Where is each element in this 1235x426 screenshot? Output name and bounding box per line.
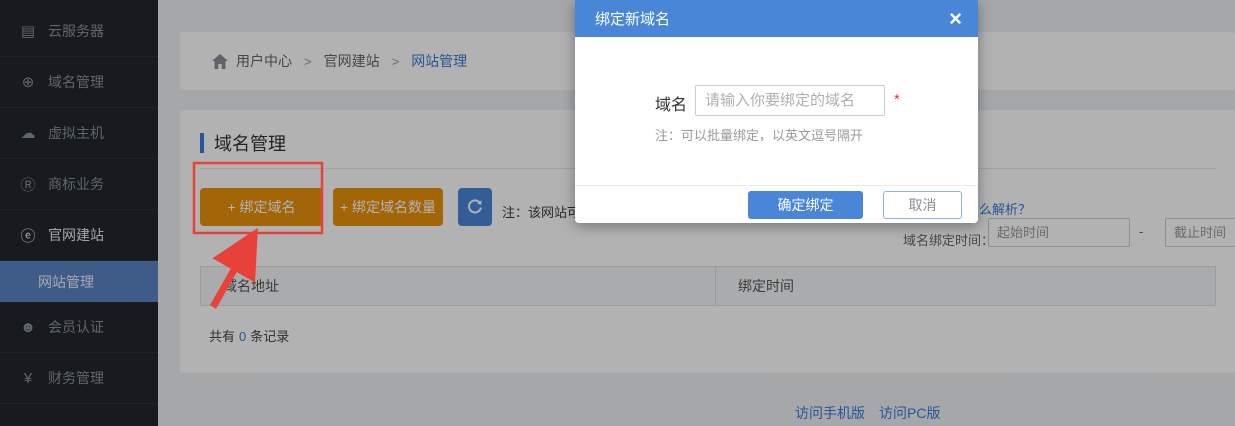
domain-input[interactable]: [695, 85, 885, 116]
modal-footer: 确定绑定 取消: [575, 185, 978, 223]
confirm-bind-button[interactable]: 确定绑定: [748, 191, 863, 219]
modal-header: 绑定新域名 ×: [575, 0, 978, 37]
cancel-button[interactable]: 取消: [883, 191, 962, 219]
close-icon[interactable]: ×: [949, 8, 962, 30]
domain-field-label: 域名: [655, 91, 687, 115]
required-asterisk: *: [894, 91, 900, 108]
modal-body: 域名 * 注：可以批量绑定，以英文逗号隔开: [575, 37, 978, 185]
bind-new-domain-modal: 绑定新域名 × 域名 * 注：可以批量绑定，以英文逗号隔开 确定绑定 取消: [575, 0, 978, 223]
modal-title: 绑定新域名: [595, 8, 949, 29]
modal-note: 注：可以批量绑定，以英文逗号隔开: [655, 125, 863, 144]
